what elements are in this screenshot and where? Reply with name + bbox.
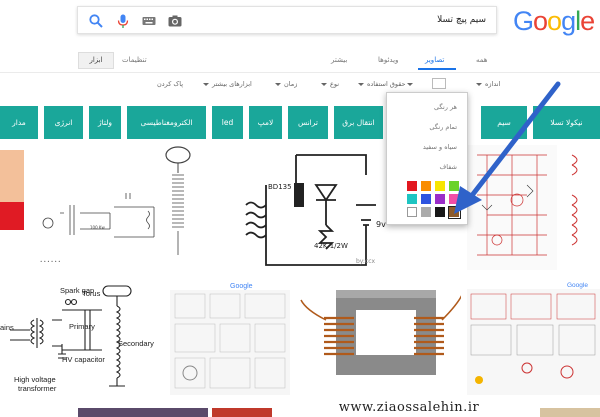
logo-letter: g — [561, 6, 576, 36]
image-result[interactable]: ains Torus Spark gap Primary Secondary H… — [0, 280, 165, 395]
divider — [0, 72, 600, 73]
filter-usage-rights[interactable]: حقوق استفاده — [358, 80, 406, 88]
transformer-core-image — [300, 290, 461, 375]
chip[interactable]: led — [212, 106, 243, 139]
hv-transformer-text: transformer — [18, 384, 57, 393]
image-result[interactable] — [296, 280, 461, 395]
hv-transformer-text: High voltage — [14, 375, 56, 384]
logo-letter: o — [533, 6, 548, 36]
keyboard-icon[interactable] — [141, 13, 157, 29]
image-result[interactable] — [0, 150, 24, 230]
chip[interactable]: الکترومغناطیسی — [127, 106, 206, 139]
google-logo[interactable]: Google — [513, 6, 595, 37]
image-result[interactable]: BD135 42K 1/2W 9v by:ccx — [236, 145, 386, 270]
tesla-coil-diagram-image: ains Torus Spark gap Primary Secondary H… — [0, 285, 154, 393]
filter-type[interactable]: نوع — [321, 80, 339, 88]
tab-videos[interactable]: ویدئوها — [378, 56, 398, 64]
color-swatch-gray[interactable] — [421, 207, 431, 217]
active-tab-indicator — [418, 68, 456, 70]
google-results-thumbnail-image: Google — [467, 280, 600, 384]
filter-time[interactable]: زمان — [275, 80, 297, 88]
image-result[interactable]: Google — [467, 280, 600, 395]
byccx-label: by:ccx — [356, 258, 376, 265]
tab-all[interactable]: همه — [476, 56, 488, 64]
chevron-down-icon — [358, 82, 364, 86]
image-result[interactable]: Google — [170, 280, 290, 395]
hv-transformer-label: High voltage transformer — [14, 375, 57, 393]
chevron-down-icon — [275, 82, 281, 86]
tesla-coil-schematic-image: 100 Kw • • • • • • — [40, 146, 191, 264]
chip[interactable]: انرژی — [44, 106, 83, 139]
spark-gap-label: Spark gap — [60, 286, 94, 295]
filter-more-tools[interactable]: ابزارهای بیشتر — [203, 80, 252, 88]
chip[interactable]: مدار — [0, 106, 38, 139]
color-swatch-red[interactable] — [407, 181, 417, 191]
chevron-down-icon — [203, 82, 209, 86]
color-swatch-white[interactable] — [407, 207, 417, 217]
svg-text:Google: Google — [567, 282, 588, 289]
search-box[interactable]: سیم پیچ تسلا — [77, 6, 497, 34]
image-fragment — [0, 202, 24, 230]
chip[interactable]: انتقال برق — [334, 106, 383, 139]
color-swatch-blue[interactable] — [421, 194, 431, 204]
image-result[interactable]: 100 Kw • • • • • • — [30, 145, 230, 270]
color-swatch-teal[interactable] — [407, 194, 417, 204]
secondary-label: Secondary — [118, 339, 154, 348]
image-result[interactable] — [78, 408, 208, 417]
voltage-label: 9v — [376, 220, 386, 229]
logo-letter: o — [547, 6, 562, 36]
arrow-annotation — [454, 81, 561, 214]
chevron-down-icon — [321, 82, 327, 86]
website-watermark: www.ziaossalehin.ir — [284, 398, 534, 417]
filter-clear[interactable]: پاک کردن — [157, 80, 183, 88]
svg-text:Google: Google — [230, 283, 253, 290]
logo-letter: G — [513, 6, 534, 36]
chip[interactable]: ترانس — [288, 106, 328, 139]
tools-button[interactable]: ابزار — [78, 52, 114, 69]
chip[interactable]: ولتاژ — [89, 106, 121, 139]
tab-images[interactable]: تصاویر — [425, 56, 444, 64]
mic-icon[interactable] — [115, 13, 131, 29]
image-result[interactable] — [212, 408, 272, 417]
ains-label: ains — [0, 323, 14, 332]
color-swatch-orange[interactable] — [421, 181, 431, 191]
chip[interactable]: لامپ — [249, 106, 282, 139]
led-circuit-image: BD135 42K 1/2W 9v by:ccx — [245, 154, 386, 266]
hv-capacitor-label: HV capacitor — [62, 355, 105, 364]
camera-icon[interactable] — [167, 13, 183, 29]
svg-text:• • • • • •: • • • • • • — [40, 259, 61, 264]
resistor-label: 42K 1/2W — [314, 242, 348, 250]
image-result[interactable] — [540, 408, 600, 417]
settings-link[interactable]: تنظیمات — [122, 56, 147, 64]
primary-label: Primary — [69, 322, 95, 331]
bd135-label: BD135 — [268, 183, 292, 191]
search-input[interactable]: سیم پیچ تسلا — [437, 15, 486, 25]
filter-color-caret[interactable] — [407, 80, 416, 88]
logo-letter: e — [580, 6, 595, 36]
chevron-down-icon — [407, 82, 413, 86]
search-icon[interactable] — [88, 13, 104, 29]
svg-text:100 Kw: 100 Kw — [90, 225, 106, 230]
screenshot-thumbnail-image: Google — [170, 280, 290, 389]
header: سیم پیچ تسلا Google — [0, 0, 600, 48]
tab-more[interactable]: بیشتر — [331, 56, 347, 64]
